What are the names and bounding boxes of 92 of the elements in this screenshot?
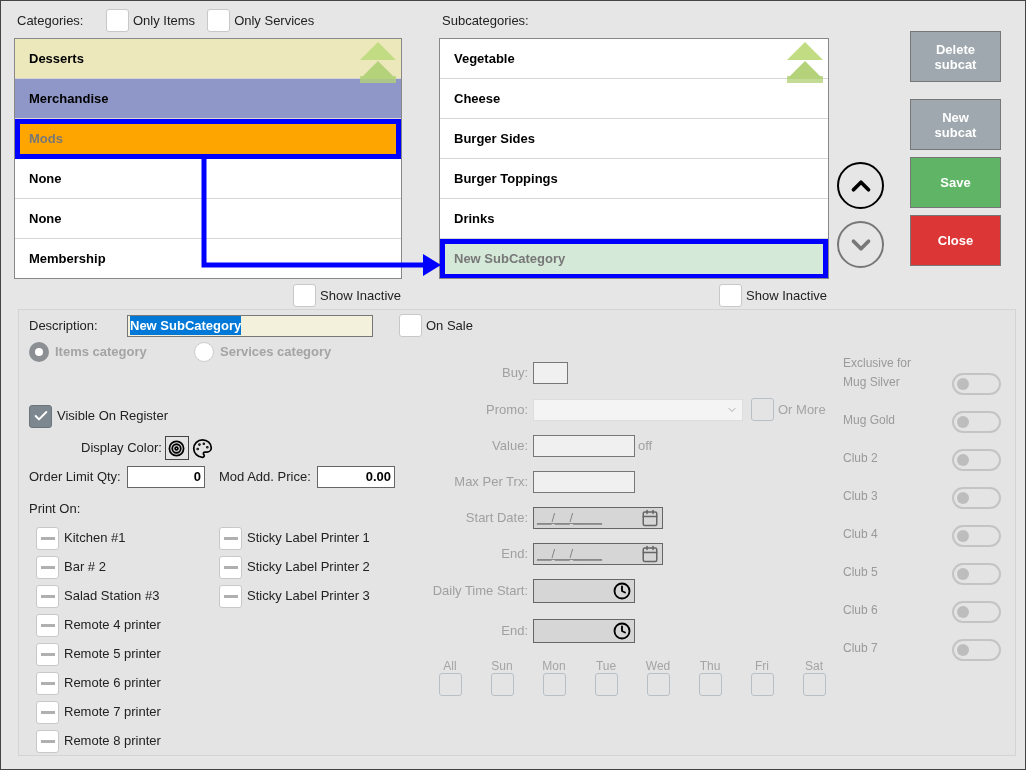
printer-label: Remote 6 printer [64, 674, 161, 693]
club-label: Club 5 [843, 564, 878, 581]
dash-icon [40, 536, 55, 540]
list-item[interactable]: Desserts [15, 39, 401, 79]
day-label: Tue [595, 659, 617, 673]
price-field[interactable]: 0.00 [317, 465, 395, 488]
checkbox[interactable] [293, 284, 317, 307]
field-label: Order Limit Qty: [29, 467, 122, 486]
checkbox[interactable] [106, 9, 129, 32]
checkbox[interactable] [36, 729, 59, 753]
club-label: Mug Silver [843, 374, 900, 391]
dash-icon [40, 681, 55, 685]
radio-label: Items category [55, 343, 147, 362]
dash-icon [223, 565, 238, 569]
field-label: Description: [29, 316, 99, 335]
checkbox-label: Or More [778, 400, 826, 419]
list-item[interactable]: Merchandise [15, 79, 401, 119]
day-label: Wed [645, 659, 671, 673]
move-up-button[interactable] [837, 162, 884, 209]
club-label: Mug Gold [843, 412, 896, 429]
target-icon [168, 439, 186, 457]
checkbox[interactable] [219, 526, 242, 550]
checkbox[interactable] [207, 9, 231, 32]
checkbox[interactable] [36, 555, 59, 579]
suffix-label: off [638, 437, 653, 456]
checkbox-label: On Sale [426, 316, 473, 335]
club-label: Club 2 [843, 450, 878, 467]
checkbox[interactable] [219, 555, 242, 579]
field-label: Promo: [485, 400, 529, 419]
checkbox[interactable] [36, 671, 59, 695]
club-label: Club 6 [843, 602, 878, 619]
day-label: Sun [491, 659, 513, 673]
description-field[interactable]: New SubCategory [127, 314, 373, 337]
printer-label: Kitchen #1 [64, 529, 126, 548]
day-label: Fri [755, 659, 769, 673]
checkbox[interactable] [29, 404, 52, 428]
printer-label: Sticky Label Printer 2 [247, 558, 370, 577]
checkbox[interactable] [36, 584, 59, 608]
palette-icon[interactable] [191, 437, 213, 459]
printer-label: Bar # 2 [64, 558, 106, 577]
dash-icon [40, 565, 55, 569]
section-label: Subcategories: [441, 11, 529, 30]
checkbox[interactable] [399, 314, 422, 337]
checkbox[interactable] [719, 284, 743, 307]
day-label: All [443, 659, 457, 673]
action-button[interactable]: Close [910, 215, 1001, 266]
club-label: Club 4 [843, 526, 878, 543]
checkbox-label: Show Inactive [746, 286, 827, 305]
day-label: Thu [699, 659, 721, 673]
order-limit-field[interactable]: 0 [127, 465, 205, 488]
section-label: Exclusive for [843, 355, 913, 372]
color-picker-button[interactable] [164, 436, 189, 460]
dash-icon [223, 594, 238, 598]
dash-icon [40, 623, 55, 627]
checkbox-label: Only Items [133, 11, 196, 30]
checkbox-label: Show Inactive [320, 286, 401, 305]
field-label: End: [500, 545, 529, 564]
dash-icon [40, 739, 55, 743]
checkbox[interactable] [219, 584, 242, 608]
checkbox[interactable] [36, 700, 59, 724]
printer-label: Sticky Label Printer 1 [247, 529, 370, 548]
printer-label: Remote 7 printer [64, 703, 161, 722]
printer-label: Sticky Label Printer 3 [247, 587, 370, 606]
dash-icon [40, 652, 55, 656]
checkbox[interactable] [36, 642, 59, 666]
field-label: Daily Time Start: [431, 582, 529, 601]
field-label: Start Date: [464, 509, 529, 528]
field-label: Buy: [501, 364, 529, 383]
checkbox[interactable] [36, 613, 59, 637]
field-label: Display Color: [81, 439, 162, 458]
printer-label: Remote 4 printer [64, 616, 161, 635]
section-label: Print On: [29, 500, 82, 518]
section-label: Categories: [16, 11, 85, 30]
dash-icon [40, 594, 55, 598]
field-label: End: [500, 622, 529, 641]
club-label: Club 7 [843, 640, 878, 657]
club-label: Club 3 [843, 488, 878, 505]
dash-icon [223, 536, 238, 540]
radio-label: Services category [220, 343, 332, 362]
field-label: Max Per Trx: [453, 473, 529, 492]
day-label: Mon [542, 659, 566, 673]
checkbox-label: Visible On Register [57, 407, 169, 426]
field-label: Value: [491, 437, 529, 456]
dash-icon [40, 710, 55, 714]
list-item[interactable]: New SubCategory [440, 239, 828, 278]
checkbox[interactable] [36, 526, 59, 550]
printer-label: Remote 8 printer [64, 732, 161, 751]
field-label: Mod Add. Price: [219, 467, 312, 486]
printer-label: Salad Station #3 [64, 587, 160, 606]
printer-label: Remote 5 printer [64, 645, 161, 664]
day-label: Sat [805, 659, 823, 673]
checkbox-label: Only Services [234, 11, 315, 30]
